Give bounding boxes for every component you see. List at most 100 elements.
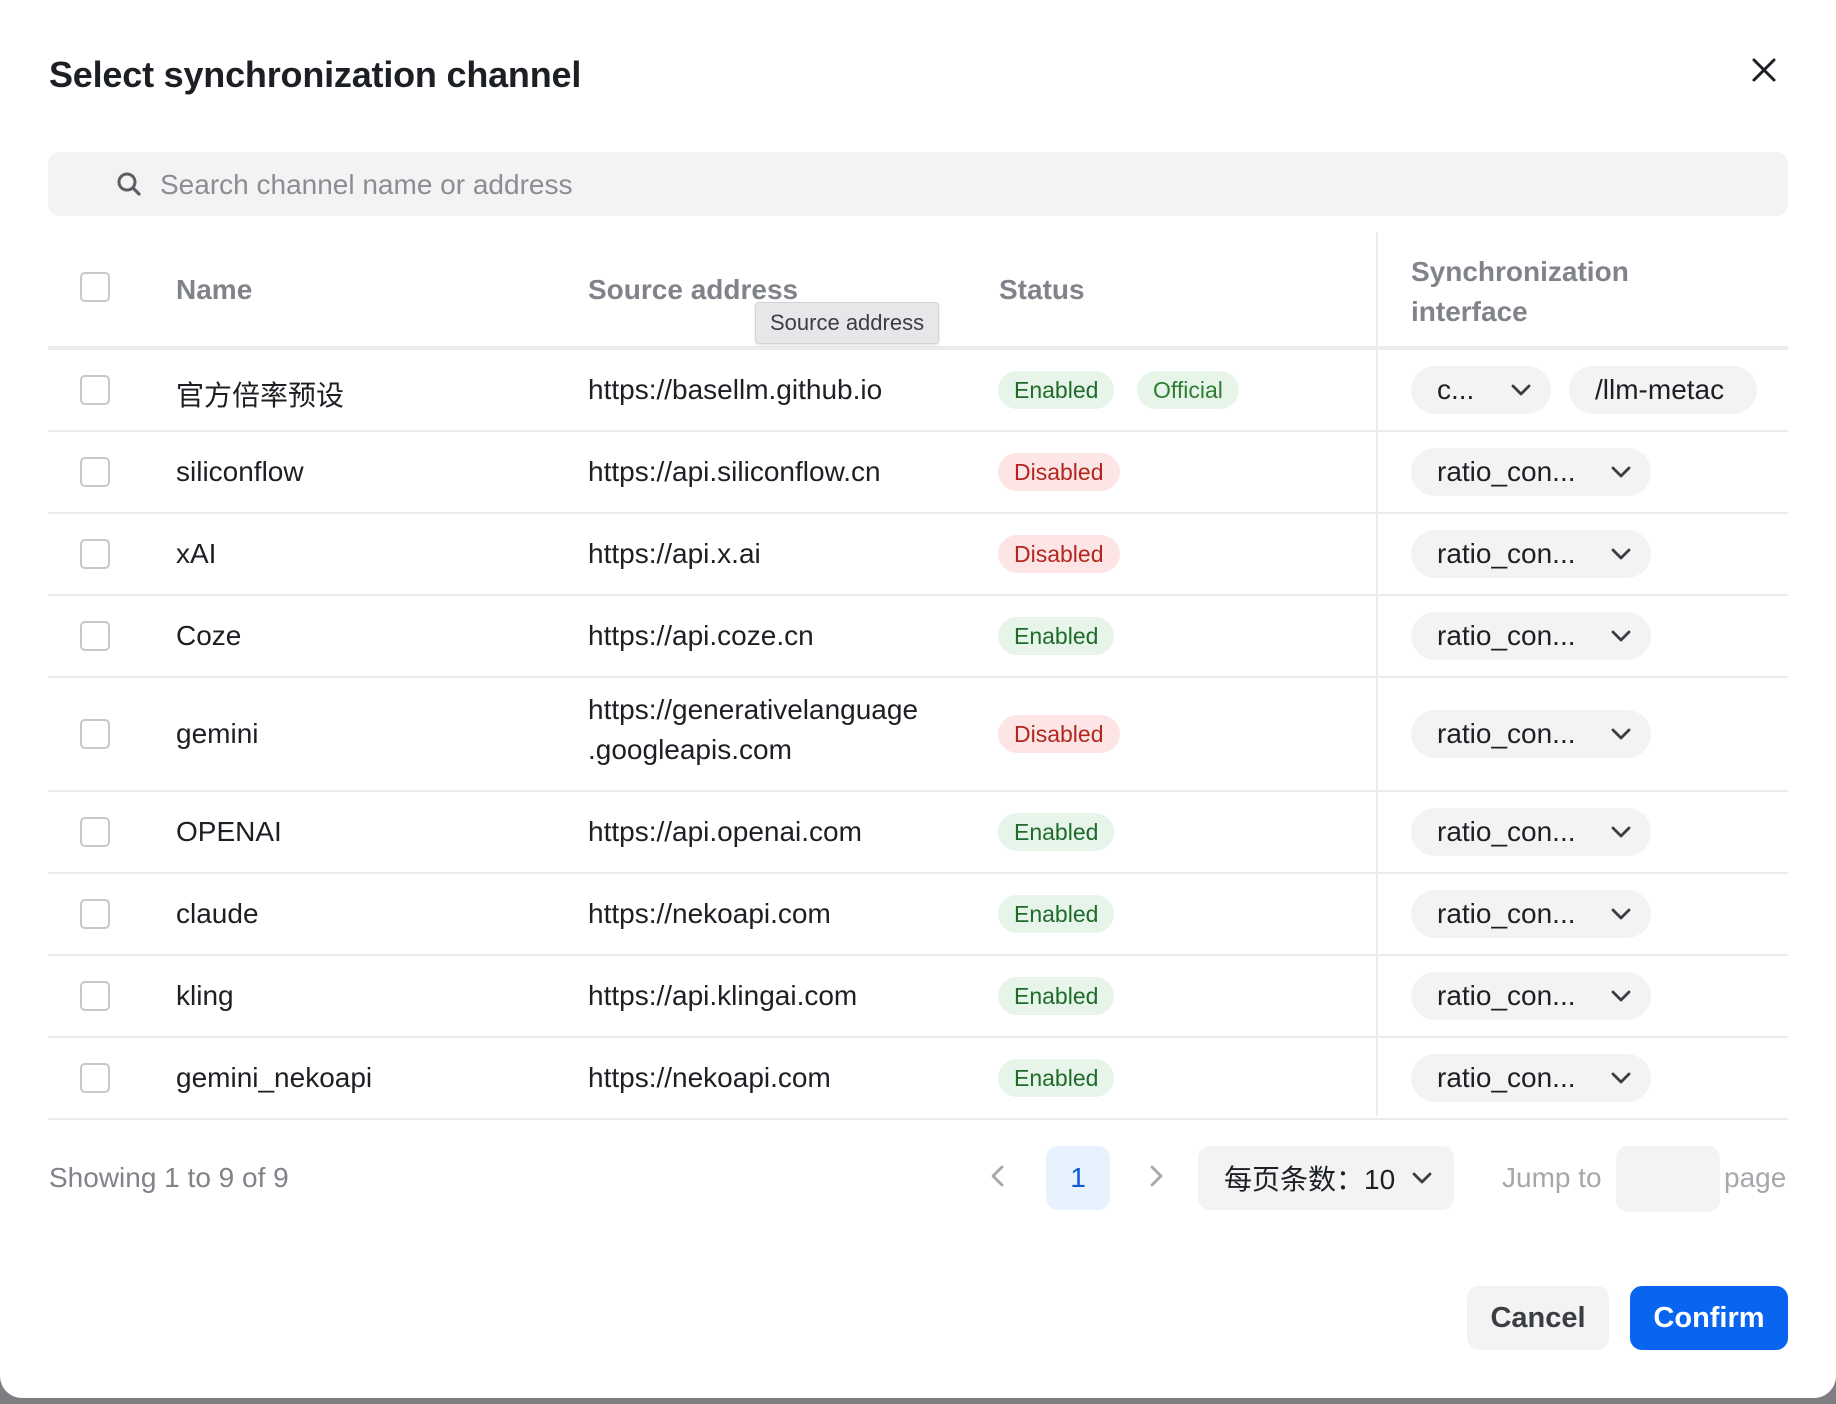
next-page-button[interactable] (1134, 1154, 1178, 1198)
row-checkbox[interactable] (80, 817, 110, 847)
channel-name: OPENAI (176, 816, 282, 847)
table-row: OPENAI https://api.openai.com Enabled ra… (48, 792, 1788, 874)
table-row: gemini_nekoapi https://nekoapi.com Enabl… (48, 1038, 1788, 1120)
source-address-tooltip: Source address (755, 302, 940, 344)
previous-page-button[interactable] (976, 1154, 1020, 1198)
search-bar (48, 152, 1788, 218)
channel-address: https://api.openai.com (588, 816, 862, 847)
jump-to-page-input[interactable] (1616, 1146, 1720, 1212)
status-badge: Enabled (998, 371, 1115, 409)
status-badge: Disabled (998, 453, 1120, 491)
chevron-down-icon (1611, 908, 1631, 920)
sync-interface-select[interactable]: ratio_con... (1411, 808, 1651, 856)
search-input[interactable] (158, 152, 1762, 218)
channel-address: https://api.x.ai (588, 538, 761, 569)
status-badge: Disabled (998, 715, 1120, 753)
sync-channel-dialog: Select synchronization channel Name Sour… (0, 0, 1836, 1398)
channel-name: Coze (176, 620, 242, 651)
channel-name: gemini (176, 718, 259, 749)
channel-address: https://nekoapi.com (588, 1062, 831, 1093)
table-row: kling https://api.klingai.com Enabled ra… (48, 956, 1788, 1038)
page-size-value: 每页条数：10 (1224, 1164, 1396, 1195)
jump-to-label: Jump to (1502, 1162, 1602, 1193)
table-row: siliconflow https://api.siliconflow.cn D… (48, 432, 1788, 514)
column-header-name: Name (176, 274, 253, 305)
row-checkbox[interactable] (80, 719, 110, 749)
sync-interface-value: ratio_con... (1437, 898, 1576, 929)
status-badge: Enabled (998, 977, 1115, 1015)
chevron-down-icon (1611, 990, 1631, 1002)
sync-interface-select[interactable]: ratio_con... (1411, 1054, 1651, 1102)
status-badge: Enabled (998, 895, 1115, 933)
column-header-sync-interface: Synchronization interface (1411, 256, 1629, 327)
status-badge: Disabled (998, 535, 1120, 573)
channel-name: 官方倍率预设 (176, 380, 345, 411)
select-all-checkbox[interactable] (80, 272, 110, 302)
row-checkbox[interactable] (80, 981, 110, 1011)
channel-name: xAI (176, 538, 217, 569)
table-row: Coze https://api.coze.cn Enabled ratio_c… (48, 596, 1788, 678)
chevron-down-icon (1611, 630, 1631, 642)
row-checkbox[interactable] (80, 457, 110, 487)
chevron-down-icon (1611, 466, 1631, 478)
chevron-left-icon (991, 1165, 1004, 1187)
chevron-down-icon (1611, 1072, 1631, 1084)
page-size-select[interactable]: 每页条数：10 (1198, 1146, 1454, 1210)
status-badge: Enabled (998, 813, 1115, 851)
status-badge: Enabled (998, 1059, 1115, 1097)
channel-address: https://api.klingai.com (588, 980, 858, 1011)
sync-interface-select[interactable]: ratio_con... (1411, 710, 1651, 758)
sync-interface-value: ratio_con... (1437, 538, 1576, 569)
pagination-summary: Showing 1 to 9 of 9 (49, 1162, 289, 1193)
sync-interface-value: ratio_con... (1437, 620, 1576, 651)
confirm-button[interactable]: Confirm (1630, 1286, 1788, 1350)
channel-address-line-1: https://generativelanguage (588, 694, 919, 725)
sync-interface-select[interactable]: ratio_con... (1411, 448, 1651, 496)
channel-address: https://nekoapi.com (588, 898, 831, 929)
sync-interface-value: ratio_con... (1437, 456, 1576, 487)
channel-address: https://basellm.github.io (588, 374, 883, 405)
table-row: xAI https://api.x.ai Disabled ratio_con.… (48, 514, 1788, 596)
channel-name: claude (176, 898, 259, 929)
table-row: claude https://nekoapi.com Enabled ratio… (48, 874, 1788, 956)
row-checkbox[interactable] (80, 621, 110, 651)
channel-name: siliconflow (176, 456, 304, 487)
chevron-down-icon (1611, 728, 1631, 740)
page-label: page (1724, 1162, 1787, 1193)
chevron-down-icon (1412, 1172, 1432, 1184)
sync-interface-select[interactable]: ratio_con... (1411, 530, 1651, 578)
sync-interface-value: ratio_con... (1437, 1062, 1576, 1093)
channel-address: https://api.coze.cn (588, 620, 814, 651)
status-badge: Enabled (998, 617, 1115, 655)
row-checkbox[interactable] (80, 1063, 110, 1093)
sync-interface-value: ratio_con... (1437, 718, 1576, 749)
sync-interface-select[interactable]: ratio_con... (1411, 890, 1651, 938)
official-badge: Official (1137, 371, 1239, 409)
sync-path-input[interactable]: /llm-metac (1569, 366, 1757, 414)
row-checkbox[interactable] (80, 539, 110, 569)
sync-interface-value: c... (1437, 374, 1475, 405)
sync-interface-select[interactable]: ratio_con... (1411, 972, 1651, 1020)
table-row: gemini https://generativelanguage .googl… (48, 678, 1788, 792)
chevron-down-icon (1511, 384, 1531, 396)
channel-address-line-2: .googleapis.com (588, 734, 792, 765)
chevron-down-icon (1611, 826, 1631, 838)
row-checkbox[interactable] (80, 899, 110, 929)
search-icon (114, 169, 144, 199)
table-row: 官方倍率预设 https://basellm.github.io Enabled… (48, 350, 1788, 432)
channel-name: gemini_nekoapi (176, 1062, 373, 1093)
cancel-button[interactable]: Cancel (1467, 1286, 1609, 1350)
channel-name: kling (176, 980, 234, 1011)
sync-interface-value: ratio_con... (1437, 980, 1576, 1011)
close-button[interactable] (1744, 50, 1784, 90)
row-checkbox[interactable] (80, 375, 110, 405)
chevron-right-icon (1150, 1165, 1163, 1187)
channel-address: https://api.siliconflow.cn (588, 456, 881, 487)
sync-interface-select[interactable]: ratio_con... (1411, 612, 1651, 660)
page-number-button[interactable]: 1 (1046, 1146, 1110, 1210)
sync-interface-value: ratio_con... (1437, 816, 1576, 847)
column-header-status: Status (999, 274, 1085, 305)
sync-interface-select[interactable]: c... (1411, 366, 1551, 414)
channel-table: Name Source address Status Synchronizati… (48, 232, 1788, 1120)
close-icon (1752, 58, 1776, 82)
